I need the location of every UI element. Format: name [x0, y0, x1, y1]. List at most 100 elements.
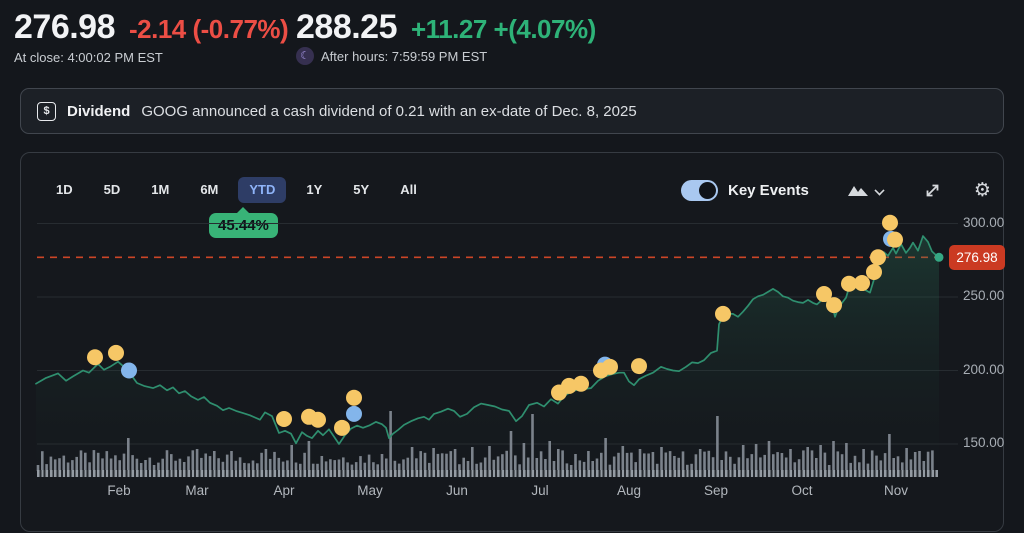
key-event-dot-yellow[interactable] [334, 420, 350, 436]
volume-bar [450, 451, 453, 471]
volume-bar [321, 456, 324, 471]
volume-bar [763, 455, 766, 471]
volume-bar [888, 434, 891, 471]
key-event-dot-yellow[interactable] [276, 411, 292, 427]
key-event-dot-yellow[interactable] [573, 376, 589, 392]
volume-bar [308, 441, 311, 471]
volume-bar [531, 414, 534, 471]
volume-bar [673, 456, 676, 471]
key-event-dot-yellow[interactable] [602, 359, 618, 375]
volume-bar [617, 453, 620, 471]
volume-bar [471, 447, 474, 471]
after-hours-change: +11.27 +(4.07%) [411, 14, 596, 45]
volume-bar [600, 453, 603, 471]
x-axis-label-sep: Sep [704, 483, 728, 498]
key-event-dot-blue[interactable] [121, 363, 137, 379]
chart-scrollbar[interactable] [37, 470, 938, 477]
dollar-icon: $ [37, 102, 56, 121]
volume-bar [789, 449, 792, 471]
volume-bar [871, 450, 874, 471]
volume-bar [123, 454, 126, 471]
volume-bar [166, 450, 169, 471]
x-axis-label-oct: Oct [791, 483, 812, 498]
volume-bar [751, 454, 754, 471]
volume-bar [587, 451, 590, 471]
volume-bar [226, 455, 229, 471]
current-price-dot [935, 253, 944, 262]
volume-bar [785, 458, 788, 472]
volume-bar [854, 456, 857, 471]
y-axis-label: 250.00 [963, 288, 1021, 303]
volume-bar [557, 449, 560, 471]
volume-bar [695, 454, 698, 471]
volume-bar [497, 456, 500, 471]
volume-bar [781, 453, 784, 471]
volume-bar [802, 450, 805, 471]
after-hours-note: ☾ After hours: 7:59:59 PM EST [296, 47, 487, 65]
volume-bar [454, 449, 457, 471]
chart-card: 1D5D1M6MYTD1Y5YAll 45.44% Key Events ⚙ 3… [20, 152, 1004, 532]
x-axis-label-may: May [357, 483, 383, 498]
volume-bar [462, 458, 465, 471]
key-event-dot-yellow[interactable] [870, 249, 886, 265]
key-event-dot-yellow[interactable] [631, 358, 647, 374]
volume-bar [75, 457, 78, 471]
volume-bar [407, 458, 410, 471]
volume-bar [411, 447, 414, 471]
volume-bar [437, 454, 440, 471]
y-axis-label: 200.00 [963, 362, 1021, 377]
key-event-dot-yellow[interactable] [87, 349, 103, 365]
close-price: 276.98 [14, 8, 115, 47]
volume-bar [213, 451, 216, 471]
volume-bar [389, 411, 392, 471]
volume-bar [604, 438, 607, 471]
moon-icon: ☾ [296, 47, 314, 65]
volume-bar [368, 455, 371, 471]
close-note: At close: 4:00:02 PM EST [14, 50, 163, 65]
volume-bar [359, 456, 362, 471]
volume-bar [488, 446, 491, 471]
volume-bar [725, 451, 728, 471]
key-event-dot-yellow[interactable] [715, 306, 731, 322]
key-event-dot-yellow[interactable] [866, 264, 882, 280]
volume-bar [574, 454, 577, 471]
volume-bar [862, 449, 865, 471]
volume-bar [652, 452, 655, 471]
volume-bar [204, 454, 207, 472]
volume-bar [170, 454, 173, 471]
volume-bar [699, 449, 702, 471]
volume-bar [626, 453, 629, 471]
volume-bar [187, 456, 190, 471]
key-event-dot-yellow[interactable] [887, 232, 903, 248]
after-hours-price: 288.25 [296, 8, 397, 47]
volume-bar [41, 451, 44, 471]
after-hours-note-text: After hours: 7:59:59 PM EST [321, 49, 487, 64]
x-axis-label-mar: Mar [185, 483, 208, 498]
volume-bar [342, 457, 345, 471]
volume-bar [127, 438, 130, 471]
volume-bar [824, 453, 827, 471]
volume-bar [738, 457, 741, 471]
volume-bar [776, 452, 779, 471]
volume-bar [927, 452, 930, 471]
volume-bar [114, 455, 117, 471]
volume-bar [841, 454, 844, 471]
volume-bar [260, 453, 263, 471]
volume-bar [669, 451, 672, 471]
volume-bar [905, 448, 908, 471]
key-event-dot-yellow[interactable] [854, 275, 870, 291]
x-axis-label-feb: Feb [107, 483, 130, 498]
volume-bar [665, 453, 668, 472]
x-axis-label-apr: Apr [273, 483, 294, 498]
key-event-dot-yellow[interactable] [108, 345, 124, 361]
key-event-dot-yellow[interactable] [826, 297, 842, 313]
key-event-dot-yellow[interactable] [882, 215, 898, 231]
dividend-banner[interactable]: $ Dividend GOOG announced a cash dividen… [20, 88, 1004, 134]
volume-bar [265, 449, 268, 471]
key-event-dot-yellow[interactable] [346, 390, 362, 406]
volume-bar [192, 450, 195, 471]
volume-bar [613, 457, 616, 472]
volume-bar [660, 447, 663, 471]
key-event-dot-yellow[interactable] [310, 412, 326, 428]
key-event-dot-blue[interactable] [346, 406, 362, 422]
